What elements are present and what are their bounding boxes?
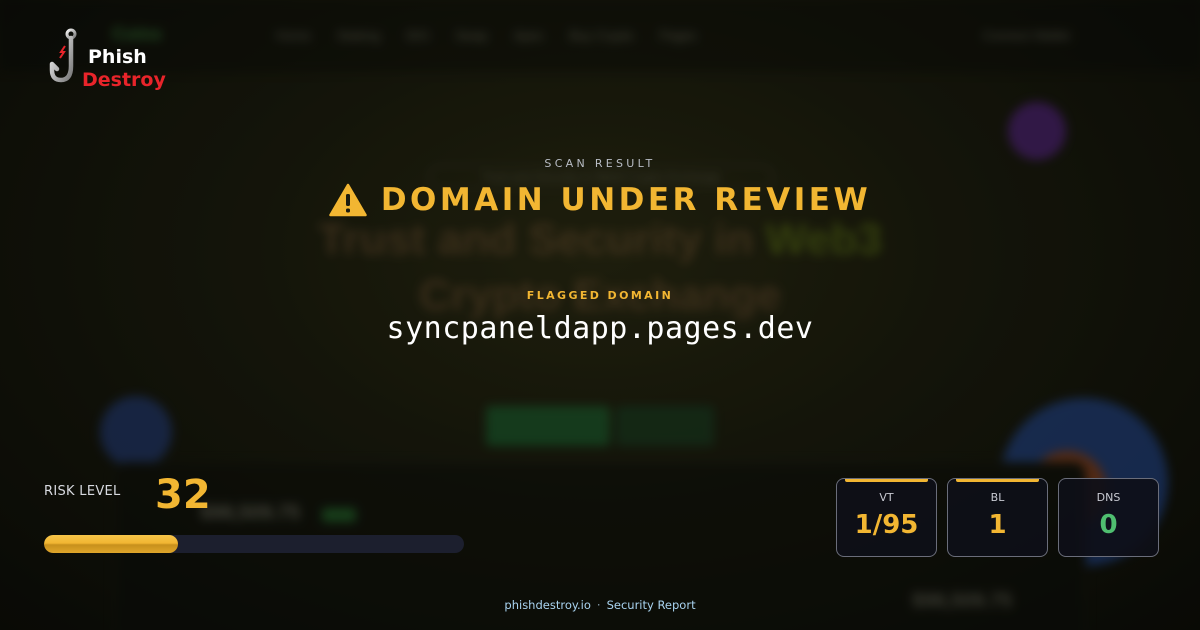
stat-value: 1 [988, 510, 1007, 540]
risk-level-bar-fill [44, 535, 179, 553]
flagged-domain-value: syncpaneldapp.pages.dev [386, 311, 814, 346]
scan-result-kicker: SCAN RESULT [544, 157, 656, 170]
warning-icon [329, 183, 367, 217]
stat-card-dns: DNS 0 [1058, 478, 1159, 557]
stat-label: VT [879, 491, 894, 504]
stat-card-bl: BL 1 [947, 478, 1048, 557]
stat-value: 0 [1099, 510, 1118, 540]
risk-level-bar [44, 535, 464, 553]
footer-site-link[interactable]: phishdestroy.io [504, 598, 591, 612]
stat-label: DNS [1096, 491, 1121, 504]
brand-name-line2: Destroy [82, 69, 166, 91]
brand-name-line1: Phish [88, 46, 147, 68]
risk-level-value: 32 [155, 472, 211, 518]
scan-stats: VT 1/95 BL 1 DNS 0 [836, 478, 1159, 557]
risk-level-label: RISK LEVEL [44, 484, 121, 499]
status-heading: DOMAIN UNDER REVIEW [0, 182, 1200, 218]
stat-card-accent [1067, 479, 1150, 482]
footer: phishdestroy.io · Security Report [0, 598, 1200, 612]
flagged-domain-label: FLAGGED DOMAIN [526, 289, 674, 302]
status-title: DOMAIN UNDER REVIEW [380, 182, 872, 218]
stat-label: BL [990, 491, 1005, 504]
footer-report-label: Security Report [606, 598, 696, 612]
phishdestroy-logo: Phish Destroy [48, 28, 178, 98]
stat-card-accent [845, 479, 928, 482]
stat-card-accent [956, 479, 1039, 482]
stat-card-vt: VT 1/95 [836, 478, 937, 557]
footer-separator: · [596, 598, 601, 612]
stat-value: 1/95 [854, 510, 919, 540]
